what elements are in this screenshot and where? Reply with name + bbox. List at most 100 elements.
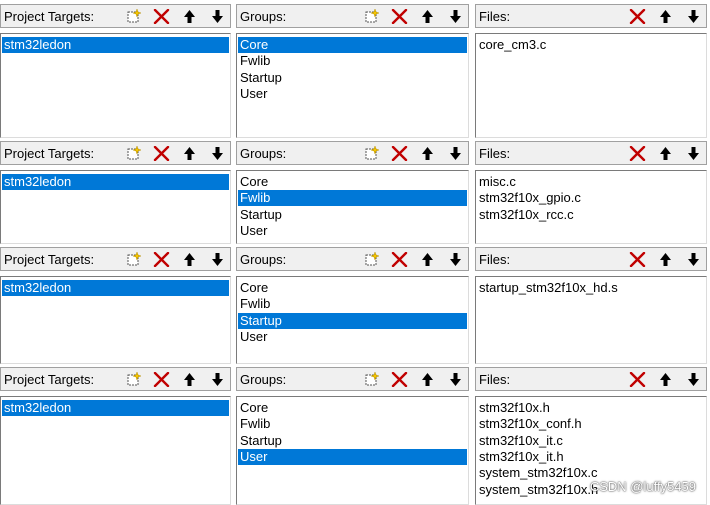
files-list-item[interactable]: core_cm3.c	[477, 37, 705, 53]
delete-button[interactable]	[151, 250, 172, 269]
groups-list-item[interactable]: User	[238, 86, 467, 102]
move-up-button[interactable]	[655, 370, 676, 389]
move-up-button[interactable]	[179, 144, 200, 163]
new-button[interactable]	[123, 370, 144, 389]
targets-list[interactable]: stm32ledon	[0, 170, 231, 244]
new-button[interactable]	[361, 7, 382, 26]
groups-list-item[interactable]: Fwlib	[238, 190, 467, 207]
new-item-icon	[124, 372, 143, 387]
move-down-button[interactable]	[683, 144, 704, 163]
groups-list-item[interactable]: User	[238, 329, 467, 345]
groups-list-item[interactable]: User	[238, 448, 467, 465]
targets-list-item[interactable]: stm32ledon	[2, 400, 229, 416]
files-list-item[interactable]: misc.c	[477, 174, 705, 190]
delete-icon	[390, 252, 409, 267]
delete-button[interactable]	[389, 7, 410, 26]
groups-list-item[interactable]: User	[238, 223, 467, 239]
groups-list-item[interactable]: Startup	[238, 70, 467, 86]
move-down-button[interactable]	[683, 370, 704, 389]
files-list-item[interactable]: stm32f10x_gpio.c	[477, 190, 705, 206]
arrow-down-icon	[446, 9, 465, 24]
move-up-button[interactable]	[179, 370, 200, 389]
delete-button[interactable]	[151, 144, 172, 163]
targets-list[interactable]: stm32ledon	[0, 276, 231, 364]
move-up-button[interactable]	[655, 7, 676, 26]
groups-label: Groups:	[240, 372, 287, 387]
targets-list-item[interactable]: stm32ledon	[2, 280, 229, 296]
new-button[interactable]	[123, 7, 144, 26]
targets-list[interactable]: stm32ledon	[0, 33, 231, 138]
move-down-button[interactable]	[207, 144, 228, 163]
move-down-button[interactable]	[445, 370, 466, 389]
groups-list-item[interactable]: Core	[238, 400, 467, 416]
groups-list-item[interactable]: Core	[238, 280, 467, 296]
new-button[interactable]	[361, 250, 382, 269]
delete-button[interactable]	[627, 250, 648, 269]
move-down-button[interactable]	[207, 370, 228, 389]
delete-icon	[390, 372, 409, 387]
targets-header: Project Targets:	[0, 247, 231, 271]
delete-button[interactable]	[627, 7, 648, 26]
groups-list-item[interactable]: Core	[238, 37, 467, 53]
move-up-button[interactable]	[179, 7, 200, 26]
groups-list-item[interactable]: Startup	[238, 207, 467, 223]
files-list-item[interactable]: stm32f10x_it.h	[477, 449, 705, 465]
move-up-button[interactable]	[655, 144, 676, 163]
delete-button[interactable]	[151, 370, 172, 389]
delete-button[interactable]	[389, 250, 410, 269]
move-down-button[interactable]	[445, 7, 466, 26]
files-list[interactable]: core_cm3.c	[475, 33, 707, 138]
delete-button[interactable]	[389, 370, 410, 389]
new-item-icon	[362, 146, 381, 161]
files-list[interactable]: misc.c stm32f10x_gpio.c stm32f10x_rcc.c	[475, 170, 707, 244]
arrow-down-icon	[208, 252, 227, 267]
groups-list[interactable]: Core Fwlib Startup User	[236, 33, 469, 138]
groups-list[interactable]: Core Fwlib Startup User	[236, 276, 469, 364]
move-up-button[interactable]	[417, 370, 438, 389]
targets-panel: Project Targets: stm32ledon	[0, 141, 231, 244]
move-down-button[interactable]	[683, 250, 704, 269]
delete-button[interactable]	[627, 370, 648, 389]
move-up-button[interactable]	[417, 7, 438, 26]
delete-button[interactable]	[389, 144, 410, 163]
new-button[interactable]	[361, 144, 382, 163]
move-up-button[interactable]	[655, 250, 676, 269]
move-down-button[interactable]	[445, 144, 466, 163]
files-list-item[interactable]: startup_stm32f10x_hd.s	[477, 280, 705, 296]
move-down-button[interactable]	[683, 7, 704, 26]
move-down-button[interactable]	[445, 250, 466, 269]
arrow-down-icon	[208, 9, 227, 24]
move-up-button[interactable]	[179, 250, 200, 269]
groups-header: Groups:	[236, 4, 469, 28]
arrow-up-icon	[418, 252, 437, 267]
targets-list-item[interactable]: stm32ledon	[2, 37, 229, 53]
delete-button[interactable]	[151, 7, 172, 26]
groups-list-item[interactable]: Startup	[238, 312, 467, 329]
arrow-up-icon	[418, 372, 437, 387]
targets-list-item[interactable]: stm32ledon	[2, 174, 229, 190]
targets-list[interactable]: stm32ledon	[0, 396, 231, 505]
new-button[interactable]	[123, 250, 144, 269]
delete-button[interactable]	[627, 144, 648, 163]
move-up-button[interactable]	[417, 250, 438, 269]
files-list-item[interactable]: stm32f10x_it.c	[477, 433, 705, 449]
move-up-button[interactable]	[417, 144, 438, 163]
files-list-item[interactable]: stm32f10x_rcc.c	[477, 207, 705, 223]
groups-list-item[interactable]: Fwlib	[238, 416, 467, 432]
groups-list-item[interactable]: Fwlib	[238, 53, 467, 69]
groups-list-item[interactable]: Fwlib	[238, 296, 467, 312]
groups-list-item[interactable]: Startup	[238, 433, 467, 449]
new-button[interactable]	[123, 144, 144, 163]
files-list-item[interactable]: stm32f10x.h	[477, 400, 705, 416]
new-item-icon	[124, 252, 143, 267]
move-down-button[interactable]	[207, 7, 228, 26]
new-button[interactable]	[361, 370, 382, 389]
groups-list-item[interactable]: Core	[238, 174, 467, 190]
groups-list[interactable]: Core Fwlib Startup User	[236, 170, 469, 244]
groups-list[interactable]: Core Fwlib Startup User	[236, 396, 469, 505]
groups-panel: Groups: Core Fwlib Startup User	[236, 367, 469, 505]
groups-label: Groups:	[240, 146, 287, 161]
move-down-button[interactable]	[207, 250, 228, 269]
files-list-item[interactable]: stm32f10x_conf.h	[477, 416, 705, 432]
files-list[interactable]: startup_stm32f10x_hd.s	[475, 276, 707, 364]
